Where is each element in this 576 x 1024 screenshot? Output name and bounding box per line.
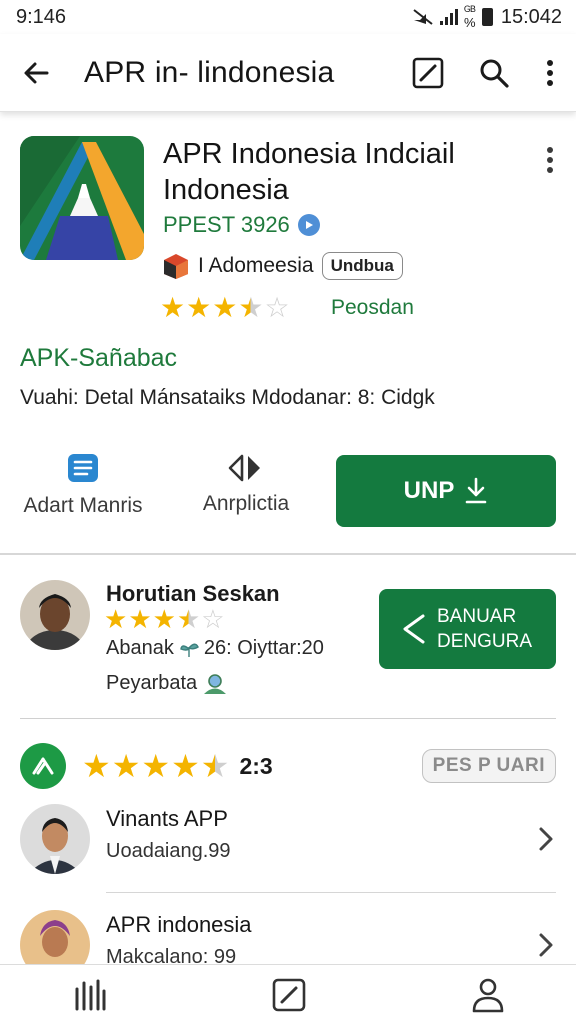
status-clock: 15:042: [500, 5, 562, 28]
star-icon: ★: [212, 292, 238, 323]
star-icon: ★: [104, 604, 128, 634]
share-button[interactable]: BANUAR DENGURA: [379, 589, 556, 669]
chevron-right-icon[interactable]: [532, 822, 560, 856]
review-meta: Abanak 26: Oiyttar:20: [106, 637, 324, 660]
half-star-icon: ★: [176, 604, 201, 634]
review-meta-label: Abanak: [106, 637, 174, 659]
search-icon[interactable]: [474, 53, 514, 93]
people-icon: [204, 673, 227, 694]
star-icon: ★: [82, 748, 111, 784]
app-name: APR Indonesia Indciail Indonesia: [163, 136, 523, 208]
more-vert-icon[interactable]: [540, 53, 560, 93]
publisher-name[interactable]: PPEST 3926: [163, 212, 290, 238]
review-meta2-label: Peyarbata: [106, 672, 198, 694]
action-second-label: Anrplictia: [202, 492, 290, 515]
summary-score: 2:3: [239, 752, 273, 779]
developer-icon: [164, 254, 188, 279]
category-pill[interactable]: Undbua: [321, 252, 403, 280]
apk-label: APK-Sañabac: [20, 344, 178, 372]
net-text: ᴳᴮ%: [463, 3, 476, 30]
share-icon: [403, 614, 425, 644]
star-icon: ★: [186, 292, 212, 323]
section-divider: [20, 718, 556, 719]
list-item-title: Vinants APP: [106, 806, 228, 831]
install-label: UNP: [403, 477, 455, 504]
rating-status: Peosdan: [331, 296, 414, 319]
action-second[interactable]: Anrplictia: [196, 452, 296, 516]
edit-icon[interactable]: [408, 53, 448, 93]
top-app-bar: APR in- lindonesia: [0, 34, 576, 112]
nav-edit-icon[interactable]: [269, 975, 309, 1015]
play-badge-icon: [297, 214, 320, 236]
app-rating-stars: ★ ★ ★ ★ ☆: [160, 294, 290, 322]
rating-summary: ★ ★ ★ ★ ★ 2:3 PES P UARI: [20, 743, 556, 789]
signal-icon: [439, 9, 458, 25]
page-title: APR in- lindonesia: [84, 55, 335, 89]
share-label-line1: BANUAR: [437, 606, 517, 627]
half-star-icon: ★: [200, 748, 230, 784]
half-star-icon: ★: [238, 292, 264, 323]
chat-icon: [68, 454, 98, 482]
plant-icon: [180, 643, 199, 657]
nav-profile-icon[interactable]: [468, 975, 508, 1015]
app-bar-actions: [408, 53, 560, 93]
review-meta-value: 26: Oiyttar:20: [203, 637, 324, 659]
action-first-label: Adart Manris: [23, 494, 143, 517]
list-item-avatar: [20, 804, 90, 874]
summary-badge-icon: [20, 743, 66, 789]
download-icon: [466, 477, 487, 504]
share-label: BANUAR DENGURA: [437, 604, 532, 654]
share-label-line2: DENGURA: [437, 631, 533, 652]
star-icon: ★: [152, 604, 176, 634]
app-header: APR Indonesia Indciail Indonesia PPEST 3…: [0, 120, 576, 332]
chevron-right-icon[interactable]: [532, 928, 560, 962]
star-icon: ★: [141, 748, 171, 784]
list-item-title: APR indonesia: [106, 912, 252, 937]
app-logo[interactable]: [20, 136, 144, 260]
list-item[interactable]: Vinants APP Uoadaiang.99: [0, 804, 576, 890]
status-bar: 9:146 ᴳᴮ% 15:042: [0, 0, 576, 34]
review-meta-2: Peyarbata: [106, 672, 229, 695]
summary-stars: ★ ★ ★ ★ ★: [82, 750, 229, 782]
back-arrow-icon[interactable]: [16, 53, 56, 93]
status-time: 9:146: [16, 5, 67, 28]
action-row: Adart Manris Anrplictia UNP: [0, 450, 576, 534]
star-icon: ★: [171, 748, 200, 784]
section-divider: [0, 553, 576, 555]
install-button[interactable]: UNP: [336, 455, 556, 527]
mute-icon: [413, 9, 433, 25]
empty-star-icon: ☆: [201, 604, 225, 634]
app-name-line2: Indonesia: [163, 174, 289, 206]
app-rating: ★ ★ ★ ★ ☆ Peosdan: [160, 294, 414, 322]
action-first[interactable]: Adart Manris: [20, 452, 146, 518]
audio-icon: [228, 454, 260, 482]
star-icon: ★: [160, 292, 186, 323]
empty-star-icon: ☆: [264, 292, 290, 323]
status-icons: ᴳᴮ%: [412, 3, 493, 30]
nav-bars-icon[interactable]: [70, 975, 110, 1015]
app-name-line1: APR Indonesia Indciail: [163, 138, 455, 170]
reviewer-avatar[interactable]: [20, 580, 90, 650]
developer-name[interactable]: I Adomeesia: [198, 254, 314, 278]
developer-line: I Adomeesia Undbua: [160, 252, 403, 280]
star-icon: ★: [111, 748, 141, 784]
publisher-line: PPEST 3926: [163, 212, 320, 238]
list-item-subtitle: Uoadaiang.99: [106, 840, 231, 862]
app-description: Vuahi: Detal Mánsataiks Mdodanar: 8: Cid…: [20, 386, 435, 409]
bottom-navigation: [0, 964, 576, 1024]
list-divider: [106, 892, 556, 893]
review-stars: ★ ★ ★ ★ ☆: [104, 606, 225, 632]
summary-pill[interactable]: PES P UARI: [421, 749, 556, 783]
app-more-icon[interactable]: [532, 142, 568, 178]
status-right: ᴳᴮ% 15:042: [412, 3, 562, 30]
star-icon: ★: [128, 604, 152, 634]
battery-icon: [481, 8, 493, 26]
